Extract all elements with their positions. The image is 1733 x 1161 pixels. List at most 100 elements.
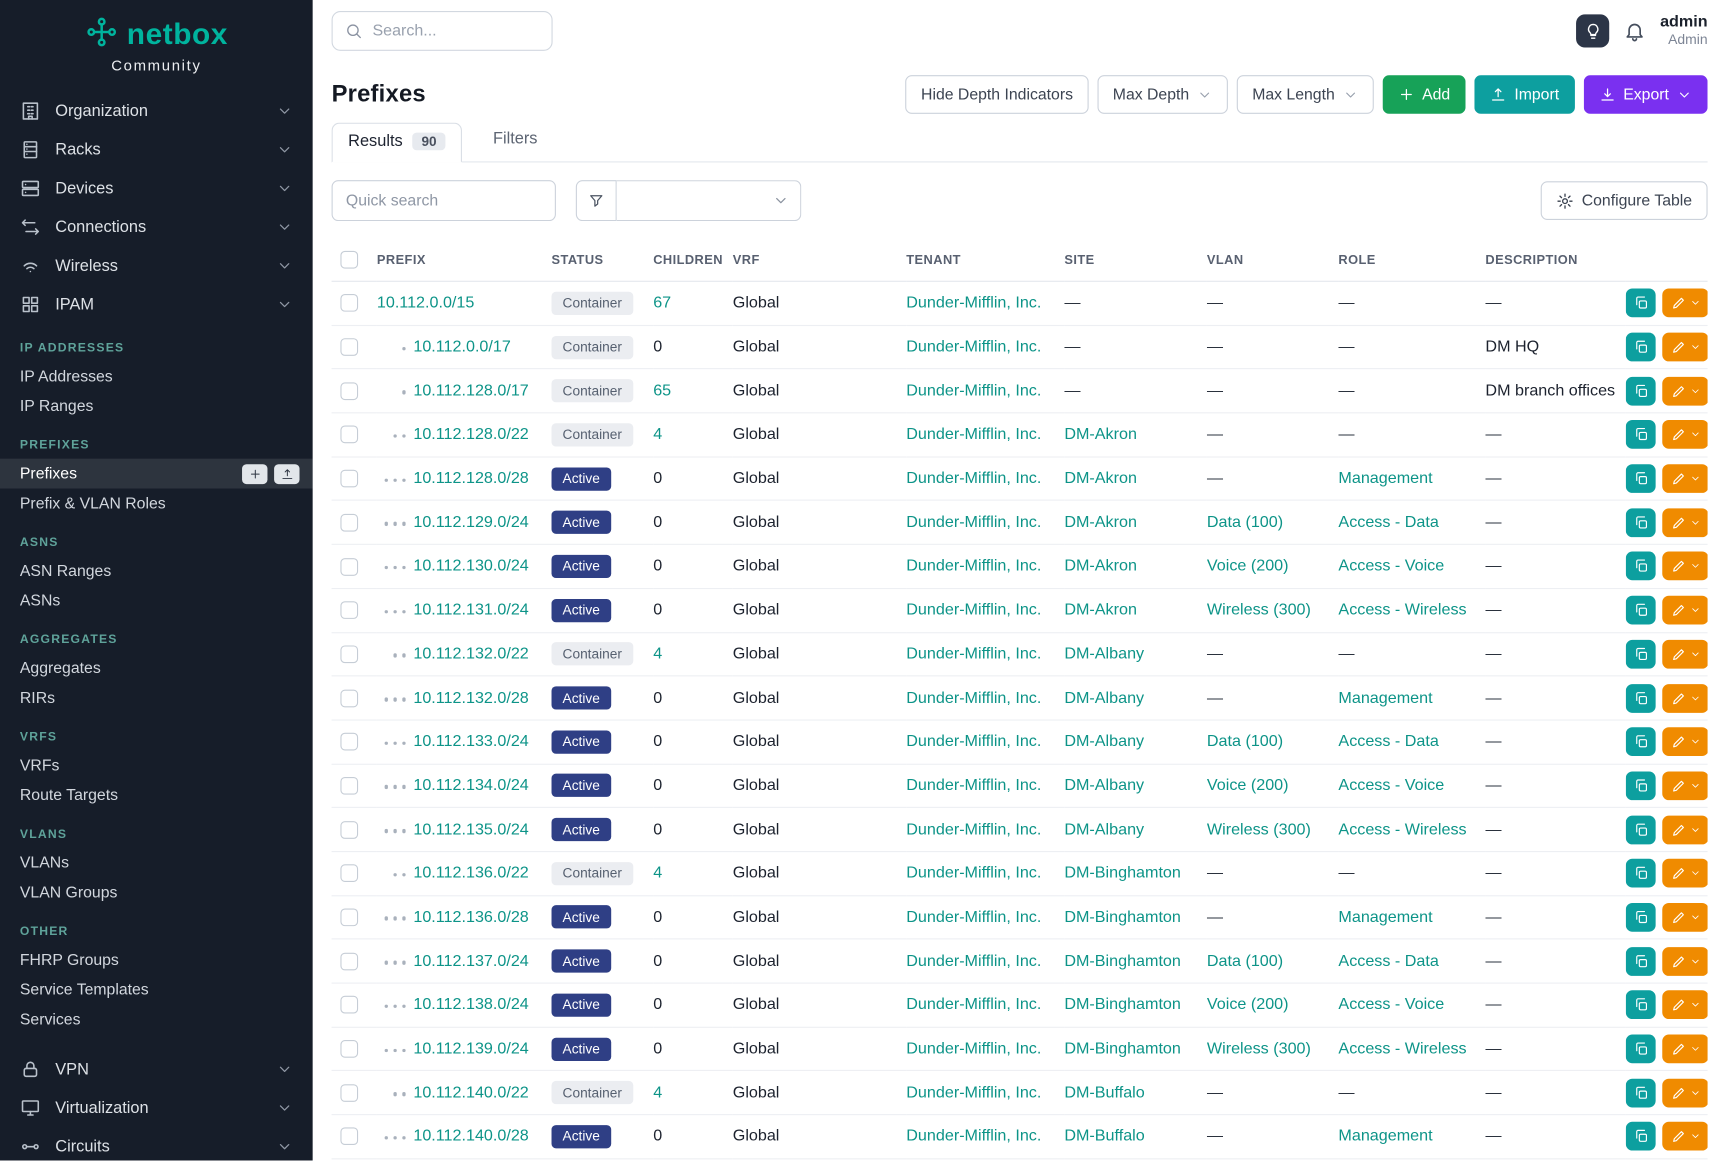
children-count-link[interactable]: 4 [653, 645, 662, 663]
edit-button[interactable] [1662, 903, 1707, 932]
site-link[interactable]: DM-Akron [1064, 601, 1137, 619]
prefix-link[interactable]: 10.112.128.0/28 [413, 470, 528, 488]
row-checkbox[interactable] [340, 821, 358, 839]
row-checkbox[interactable] [340, 865, 358, 883]
tenant-link[interactable]: Dunder-Mifflin, Inc. [906, 733, 1041, 751]
edit-button[interactable] [1662, 377, 1707, 406]
tenant-link[interactable]: Dunder-Mifflin, Inc. [906, 865, 1041, 883]
edit-button[interactable] [1662, 684, 1707, 713]
sidebar-item-service-templates[interactable]: Service Templates [0, 975, 313, 1005]
site-link[interactable]: DM-Albany [1064, 821, 1144, 839]
tab-filters[interactable]: Filters [491, 130, 540, 161]
role-link[interactable]: Access - Voice [1338, 558, 1444, 576]
add-button[interactable]: Add [1382, 75, 1465, 114]
clone-button[interactable] [1626, 596, 1656, 625]
role-link[interactable]: Access - Voice [1338, 996, 1444, 1014]
site-link[interactable]: DM-Binghamton [1064, 865, 1181, 883]
tenant-link[interactable]: Dunder-Mifflin, Inc. [906, 382, 1041, 400]
sidebar-item-vrfs[interactable]: VRFs [0, 750, 313, 780]
vlan-link[interactable]: Wireless (300) [1207, 821, 1311, 839]
tenant-link[interactable]: Dunder-Mifflin, Inc. [906, 338, 1041, 356]
site-link[interactable]: DM-Buffalo [1064, 1128, 1144, 1146]
sidebar-item-vlan-groups[interactable]: VLAN Groups [0, 878, 313, 908]
notifications-button[interactable] [1624, 20, 1646, 42]
tenant-link[interactable]: Dunder-Mifflin, Inc. [906, 601, 1041, 619]
row-checkbox[interactable] [340, 645, 358, 663]
column-header-status[interactable]: STATUS [552, 239, 654, 282]
filter-button[interactable] [576, 180, 617, 221]
tenant-link[interactable]: Dunder-Mifflin, Inc. [906, 1128, 1041, 1146]
sidebar-item-rirs[interactable]: RIRs [0, 683, 313, 713]
clone-button[interactable] [1626, 508, 1656, 537]
import-prefix-button[interactable] [274, 464, 299, 484]
clone-button[interactable] [1626, 289, 1656, 318]
site-link[interactable]: DM-Akron [1064, 514, 1137, 532]
select-all-checkbox[interactable] [340, 251, 358, 269]
row-checkbox[interactable] [340, 1040, 358, 1058]
row-checkbox[interactable] [340, 601, 358, 619]
edit-button[interactable] [1662, 815, 1707, 844]
sidebar-item-route-targets[interactable]: Route Targets [0, 780, 313, 810]
role-link[interactable]: Access - Wireless [1338, 1040, 1466, 1058]
prefix-link[interactable]: 10.112.134.0/24 [413, 777, 528, 795]
role-link[interactable]: Management [1338, 908, 1432, 926]
sidebar-item-wireless[interactable]: Wireless [0, 246, 313, 285]
prefix-link[interactable]: 10.112.133.0/24 [413, 733, 528, 751]
clone-button[interactable] [1626, 552, 1656, 581]
prefix-link[interactable]: 10.112.0.0/15 [377, 294, 474, 312]
sidebar-item-fhrp-groups[interactable]: FHRP Groups [0, 945, 313, 975]
sidebar-item-asn-ranges[interactable]: ASN Ranges [0, 556, 313, 586]
sidebar-item-devices[interactable]: Devices [0, 169, 313, 208]
site-link[interactable]: DM-Albany [1064, 645, 1144, 663]
sidebar-item-ip-ranges[interactable]: IP Ranges [0, 391, 313, 421]
tenant-link[interactable]: Dunder-Mifflin, Inc. [906, 908, 1041, 926]
tenant-link[interactable]: Dunder-Mifflin, Inc. [906, 1040, 1041, 1058]
edit-button[interactable] [1662, 420, 1707, 449]
children-count-link[interactable]: 4 [653, 1084, 662, 1102]
role-link[interactable]: Management [1338, 1128, 1432, 1146]
site-link[interactable]: DM-Albany [1064, 777, 1144, 795]
sidebar-item-services[interactable]: Services [0, 1005, 313, 1035]
configure-table-button[interactable]: Configure Table [1541, 181, 1708, 220]
edit-button[interactable] [1662, 1078, 1707, 1107]
row-checkbox[interactable] [340, 514, 358, 532]
max-length-dropdown[interactable]: Max Length [1237, 75, 1374, 114]
column-header-vrf[interactable]: VRF [733, 239, 907, 282]
site-link[interactable]: DM-Binghamton [1064, 952, 1181, 970]
tenant-link[interactable]: Dunder-Mifflin, Inc. [906, 689, 1041, 707]
quick-search-input[interactable] [332, 180, 556, 221]
sidebar-item-prefix-vlan-roles[interactable]: Prefix & VLAN Roles [0, 489, 313, 519]
vlan-link[interactable]: Voice (200) [1207, 558, 1289, 576]
edit-button[interactable] [1662, 771, 1707, 800]
column-header-role[interactable]: ROLE [1338, 239, 1485, 282]
site-link[interactable]: DM-Binghamton [1064, 908, 1181, 926]
edit-button[interactable] [1662, 859, 1707, 888]
row-checkbox[interactable] [340, 382, 358, 400]
row-checkbox[interactable] [340, 1128, 358, 1146]
role-link[interactable]: Access - Wireless [1338, 601, 1466, 619]
edit-button[interactable] [1662, 289, 1707, 318]
site-link[interactable]: DM-Akron [1064, 426, 1137, 444]
tenant-link[interactable]: Dunder-Mifflin, Inc. [906, 426, 1041, 444]
sidebar-item-organization[interactable]: Organization [0, 92, 313, 131]
sidebar-item-virtualization[interactable]: Virtualization [0, 1089, 313, 1128]
prefix-link[interactable]: 10.112.131.0/24 [413, 601, 528, 619]
row-checkbox[interactable] [340, 952, 358, 970]
hide-depth-indicators-button[interactable]: Hide Depth Indicators [906, 75, 1089, 114]
clone-button[interactable] [1626, 727, 1656, 756]
prefix-link[interactable]: 10.112.136.0/22 [413, 865, 528, 883]
theme-toggle-button[interactable] [1576, 14, 1609, 47]
row-checkbox[interactable] [340, 777, 358, 795]
prefix-link[interactable]: 10.112.136.0/28 [413, 908, 528, 926]
prefix-link[interactable]: 10.112.132.0/22 [413, 645, 528, 663]
export-button[interactable]: Export [1583, 75, 1707, 114]
tenant-link[interactable]: Dunder-Mifflin, Inc. [906, 821, 1041, 839]
prefix-link[interactable]: 10.112.139.0/24 [413, 1040, 528, 1058]
max-depth-dropdown[interactable]: Max Depth [1097, 75, 1228, 114]
edit-button[interactable] [1662, 1122, 1707, 1151]
column-header-children[interactable]: CHILDREN [653, 239, 733, 282]
edit-button[interactable] [1662, 640, 1707, 669]
clone-button[interactable] [1626, 464, 1656, 493]
clone-button[interactable] [1626, 903, 1656, 932]
edit-button[interactable] [1662, 508, 1707, 537]
